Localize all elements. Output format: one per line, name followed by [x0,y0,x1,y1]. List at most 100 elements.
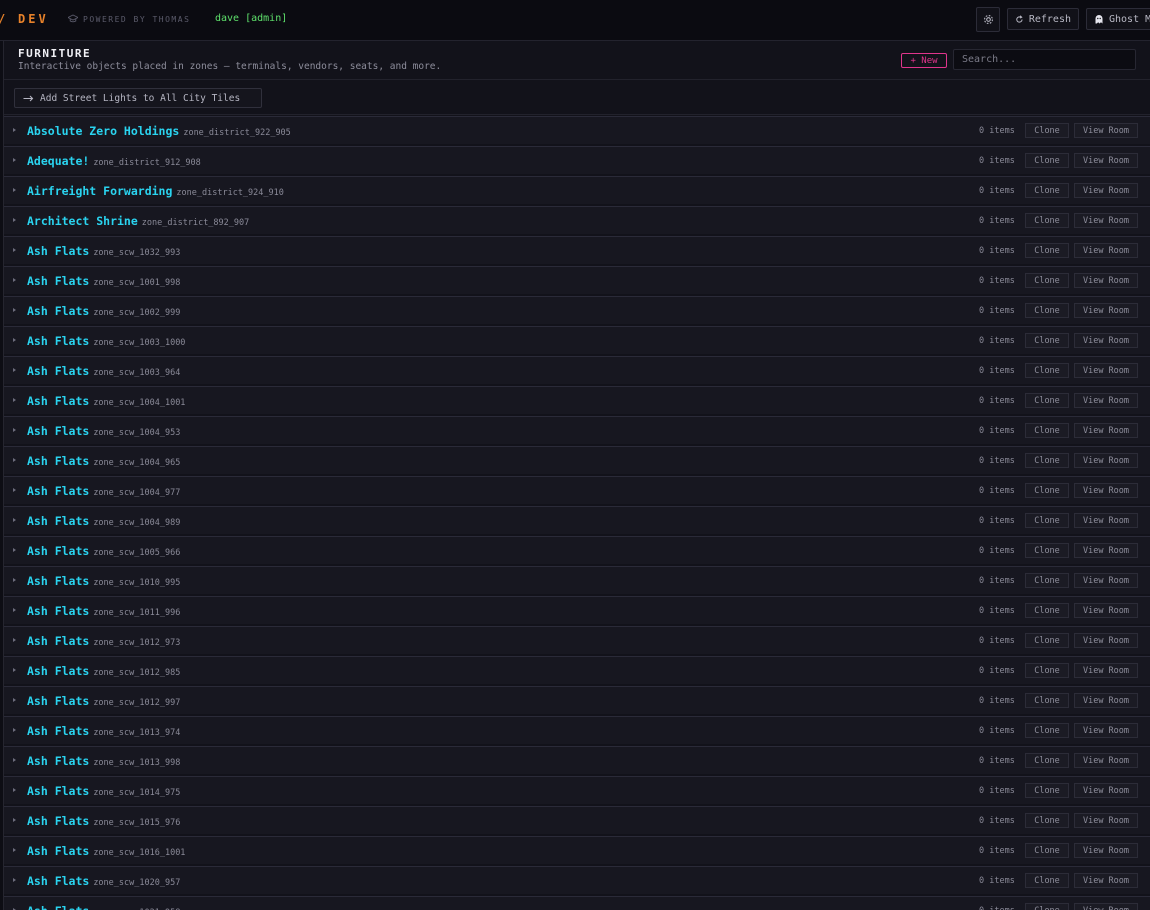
expand-caret-icon[interactable] [13,788,16,792]
view-room-button[interactable]: View Room [1074,273,1138,288]
zone-name[interactable]: Ash Flats zone_scw_1002_999 [27,304,180,318]
zone-name[interactable]: Ash Flats zone_scw_1013_974 [27,724,180,738]
view-room-button[interactable]: View Room [1074,693,1138,708]
expand-caret-icon[interactable] [13,308,16,312]
view-room-button[interactable]: View Room [1074,843,1138,858]
expand-caret-icon[interactable] [13,188,16,192]
expand-caret-icon[interactable] [13,758,16,762]
expand-caret-icon[interactable] [13,728,16,732]
view-room-button[interactable]: View Room [1074,783,1138,798]
expand-caret-icon[interactable] [13,848,16,852]
view-room-button[interactable]: View Room [1074,513,1138,528]
expand-caret-icon[interactable] [13,578,16,582]
clone-button[interactable]: Clone [1025,723,1069,738]
expand-caret-icon[interactable] [13,638,16,642]
zone-name[interactable]: Ash Flats zone_scw_1005_966 [27,544,180,558]
view-room-button[interactable]: View Room [1074,123,1138,138]
zone-name[interactable]: Architect Shrine zone_district_892_907 [27,214,249,228]
zone-row[interactable]: Ash Flats zone_scw_1001_998 0 items Clone Vi… [4,266,1150,294]
expand-caret-icon[interactable] [13,128,16,132]
zone-row[interactable]: Absolute Zero Holdings zone_district_922_… [4,116,1150,144]
clone-button[interactable]: Clone [1025,813,1069,828]
clone-button[interactable]: Clone [1025,873,1069,888]
expand-caret-icon[interactable] [13,338,16,342]
zone-row[interactable]: Ash Flats zone_scw_1003_1000 0 items Clone V… [4,326,1150,354]
zone-row[interactable]: Architect Shrine zone_district_892_907 0 i… [4,206,1150,234]
expand-caret-icon[interactable] [13,608,16,612]
zone-name[interactable]: Ash Flats zone_scw_1003_964 [27,364,180,378]
zone-name[interactable]: Absolute Zero Holdings zone_district_922_… [27,124,291,138]
expand-caret-icon[interactable] [13,458,16,462]
zone-name[interactable]: Ash Flats zone_scw_1015_976 [27,814,180,828]
zone-name[interactable]: Ash Flats zone_scw_1016_1001 [27,844,185,858]
expand-caret-icon[interactable] [13,278,16,282]
new-button[interactable]: + New [901,53,947,68]
zone-row[interactable]: Ash Flats zone_scw_1004_989 0 items Clone Vi… [4,506,1150,534]
clone-button[interactable]: Clone [1025,573,1069,588]
expand-caret-icon[interactable] [13,428,16,432]
zone-name[interactable]: Ash Flats zone_scw_1004_1001 [27,394,185,408]
clone-button[interactable]: Clone [1025,513,1069,528]
view-room-button[interactable]: View Room [1074,243,1138,258]
expand-caret-icon[interactable] [13,488,16,492]
expand-caret-icon[interactable] [13,698,16,702]
expand-caret-icon[interactable] [13,668,16,672]
zone-name[interactable]: Ash Flats zone_scw_1011_996 [27,604,180,618]
brand-logo[interactable]: DEV [18,12,49,26]
view-room-button[interactable]: View Room [1074,333,1138,348]
view-room-button[interactable]: View Room [1074,153,1138,168]
settings-button[interactable] [976,7,1000,32]
view-room-button[interactable]: View Room [1074,213,1138,228]
zone-row[interactable]: Ash Flats zone_scw_1005_966 0 items Clone Vi… [4,536,1150,564]
view-room-button[interactable]: View Room [1074,813,1138,828]
zone-row[interactable]: Ash Flats zone_scw_1015_976 0 items Clone Vi… [4,806,1150,834]
view-room-button[interactable]: View Room [1074,723,1138,738]
expand-caret-icon[interactable] [13,218,16,222]
clone-button[interactable]: Clone [1025,213,1069,228]
zone-row[interactable]: Ash Flats zone_scw_1002_999 0 items Clone Vi… [4,296,1150,324]
zone-row[interactable]: Airfreight Forwarding zone_district_924_9… [4,176,1150,204]
zone-name[interactable]: Ash Flats zone_scw_1004_989 [27,514,180,528]
view-room-button[interactable]: View Room [1074,903,1138,910]
clone-button[interactable]: Clone [1025,903,1069,910]
clone-button[interactable]: Clone [1025,273,1069,288]
zone-name[interactable]: Ash Flats zone_scw_1003_1000 [27,334,185,348]
view-room-button[interactable]: View Room [1074,633,1138,648]
zone-row[interactable]: Ash Flats zone_scw_1011_996 0 items Clone Vi… [4,596,1150,624]
clone-button[interactable]: Clone [1025,663,1069,678]
clone-button[interactable]: Clone [1025,753,1069,768]
zone-row[interactable]: Ash Flats zone_scw_1014_975 0 items Clone Vi… [4,776,1150,804]
expand-caret-icon[interactable] [13,158,16,162]
refresh-button[interactable]: Refresh [1007,8,1079,30]
zone-row[interactable]: Ash Flats zone_scw_1013_974 0 items Clone Vi… [4,716,1150,744]
view-room-button[interactable]: View Room [1074,573,1138,588]
clone-button[interactable]: Clone [1025,843,1069,858]
zone-row[interactable]: Ash Flats zone_scw_1012_997 0 items Clone Vi… [4,686,1150,714]
zone-name[interactable]: Ash Flats zone_scw_1032_993 [27,244,180,258]
zone-name[interactable]: Airfreight Forwarding zone_district_924_9… [27,184,284,198]
expand-caret-icon[interactable] [13,878,16,882]
ghost-mode-button[interactable]: Ghost M [1086,8,1150,30]
clone-button[interactable]: Clone [1025,393,1069,408]
view-room-button[interactable]: View Room [1074,303,1138,318]
clone-button[interactable]: Clone [1025,543,1069,558]
search-input[interactable] [953,49,1136,70]
clone-button[interactable]: Clone [1025,303,1069,318]
clone-button[interactable]: Clone [1025,483,1069,498]
expand-caret-icon[interactable] [13,518,16,522]
clone-button[interactable]: Clone [1025,363,1069,378]
clone-button[interactable]: Clone [1025,783,1069,798]
view-room-button[interactable]: View Room [1074,393,1138,408]
zone-name[interactable]: Adequate! zone_district_912_908 [27,154,201,168]
view-room-button[interactable]: View Room [1074,603,1138,618]
zone-row[interactable]: Ash Flats zone_scw_1004_977 0 items Clone Vi… [4,476,1150,504]
clone-button[interactable]: Clone [1025,633,1069,648]
zone-name[interactable]: Ash Flats zone_scw_1012_997 [27,694,180,708]
zone-row[interactable]: Ash Flats zone_scw_1003_964 0 items Clone Vi… [4,356,1150,384]
zone-name[interactable]: Ash Flatszone_scw_1021_958 [27,904,180,910]
expand-caret-icon[interactable] [13,368,16,372]
zone-name[interactable]: Ash Flats zone_scw_1020_957 [27,874,180,888]
clone-button[interactable]: Clone [1025,423,1069,438]
expand-caret-icon[interactable] [13,548,16,552]
zone-name[interactable]: Ash Flats zone_scw_1012_973 [27,634,180,648]
